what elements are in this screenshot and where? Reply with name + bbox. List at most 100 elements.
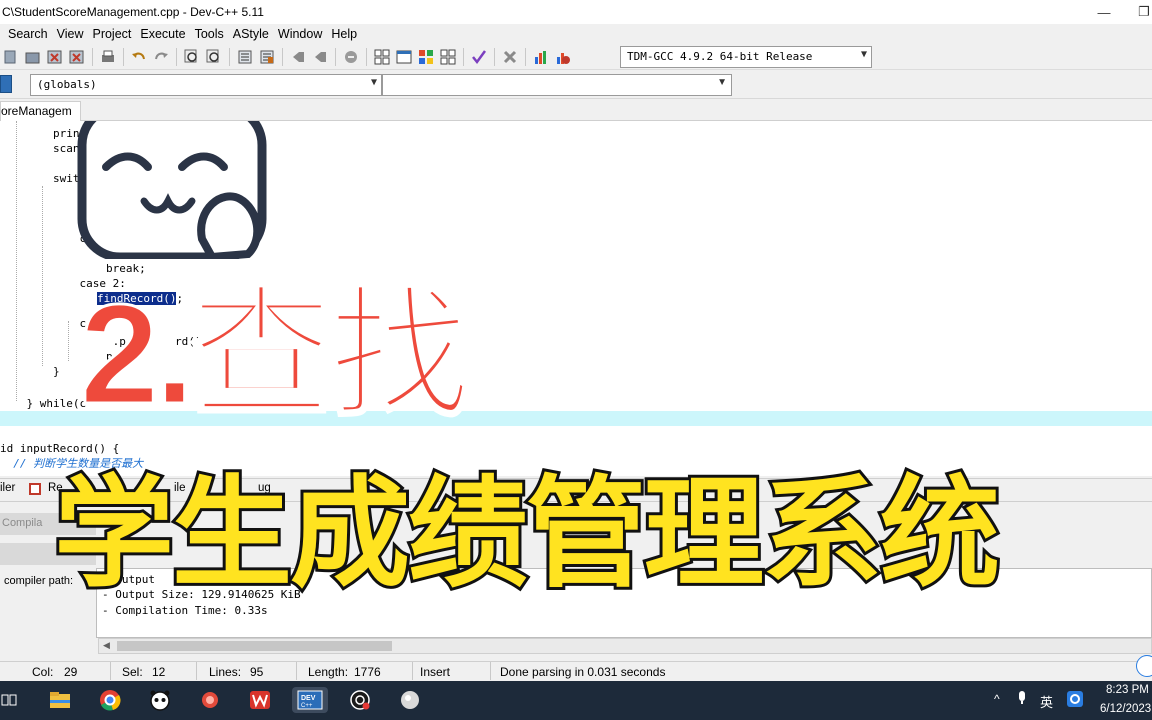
scroll-left-icon[interactable]: ◀ — [103, 640, 110, 651]
indent-icon[interactable] — [236, 48, 254, 66]
status-sel-label: Sel: — [122, 665, 143, 679]
status-length-label: Length: — [308, 665, 349, 679]
find-icon[interactable] — [183, 48, 201, 66]
toolbar-separator — [282, 47, 283, 66]
chevron-down-icon: ▼ — [860, 49, 867, 60]
toolbar-separator — [229, 47, 230, 66]
chrome-icon[interactable] — [96, 687, 124, 713]
bubble-app-icon[interactable] — [396, 687, 424, 713]
goto-line-icon[interactable] — [342, 48, 360, 66]
compiler-select[interactable]: TDM-GCC 4.9.2 64-bit Release ▼ — [620, 46, 872, 68]
compile-icon[interactable] — [417, 48, 435, 66]
status-lines: 95 — [250, 665, 264, 679]
toolbar-separator — [494, 47, 495, 66]
overlay-section-number: 2.查找 — [78, 275, 471, 434]
toggle-bookmark-icon[interactable] — [289, 48, 307, 66]
svg-text:C++: C++ — [301, 703, 313, 709]
file-explorer-icon[interactable] — [46, 687, 74, 713]
status-mode: Insert — [420, 665, 451, 679]
redo-icon[interactable] — [152, 48, 170, 66]
status-divider — [110, 662, 111, 680]
wps-office-icon[interactable] — [246, 687, 274, 713]
status-divider — [490, 662, 491, 680]
restore-button[interactable]: ❐ — [1126, 0, 1152, 24]
toolbar-separator — [463, 47, 464, 66]
goto-bookmark-icon[interactable] — [311, 48, 329, 66]
toolbar-separator — [366, 47, 367, 66]
clock-time: 8:23 PM — [1106, 684, 1149, 696]
tab-resources-icon[interactable] — [28, 482, 42, 499]
window-title: C\StudentScoreManagement.cpp - Dev-C++ 5… — [2, 5, 264, 19]
menu-help[interactable]: Help — [327, 27, 362, 41]
compiler-select-value: TDM-GCC 4.9.2 64-bit Release — [627, 50, 813, 63]
window-icon[interactable] — [395, 48, 413, 66]
new-file-icon[interactable] — [2, 48, 20, 66]
toolbar-separator — [123, 47, 124, 66]
code-line: prin — [0, 127, 80, 140]
corner-badge-icon[interactable] — [1136, 655, 1152, 677]
undo-icon[interactable] — [130, 48, 148, 66]
menu-execute[interactable]: Execute — [136, 27, 190, 41]
svg-text:DEV: DEV — [301, 695, 316, 702]
panda-app-icon[interactable] — [146, 687, 174, 713]
scrollbar-thumb[interactable] — [117, 641, 392, 651]
toolbar-separator — [176, 47, 177, 66]
profile-icon[interactable] — [532, 48, 550, 66]
status-col: 29 — [64, 665, 78, 679]
chevron-down-icon: ▼ — [717, 77, 727, 88]
snail-app-icon[interactable] — [196, 687, 224, 713]
code-line: } while(c — [0, 397, 87, 410]
code-line: } — [0, 365, 60, 378]
ime-indicator[interactable]: 英 — [1040, 692, 1053, 711]
tab-compiler[interactable]: iler — [0, 482, 15, 494]
clock-date: 6/12/2023 — [1100, 703, 1152, 715]
file-tabs — [0, 99, 1152, 121]
menu-search[interactable]: Search — [0, 27, 53, 41]
delete-profile-icon[interactable] — [554, 48, 572, 66]
stop-icon[interactable] — [501, 48, 519, 66]
code-line: id inputRecord() { — [0, 442, 120, 455]
tab-studentscoremanagement[interactable]: oreManagem — [0, 101, 81, 121]
scope-select[interactable]: (globals) ▼ — [30, 74, 382, 96]
tray-chevron-up-icon[interactable]: ^ — [994, 692, 1000, 706]
open-file-icon[interactable] — [24, 48, 42, 66]
minimize-button[interactable]: — — [1086, 0, 1122, 24]
code-line: swit — [0, 172, 80, 185]
check-syntax-icon[interactable] — [470, 48, 488, 66]
chevron-down-icon: ▼ — [370, 77, 377, 88]
close-file-icon[interactable] — [46, 48, 64, 66]
class-icon[interactable] — [0, 75, 12, 93]
horizontal-scrollbar[interactable]: ◀ — [98, 638, 1152, 654]
close-all-icon[interactable] — [68, 48, 86, 66]
title-bar: C\StudentScoreManagement.cpp - Dev-C++ 5… — [0, 0, 1152, 24]
status-divider — [296, 662, 297, 680]
microphone-icon[interactable] — [1016, 690, 1028, 709]
qq-tray-icon[interactable] — [1066, 690, 1084, 711]
code-line: scan — [0, 142, 80, 155]
print-icon[interactable] — [99, 48, 117, 66]
run-icon[interactable] — [439, 48, 457, 66]
menu-view[interactable]: View — [53, 27, 89, 41]
obs-recorder-icon[interactable] — [346, 687, 374, 713]
toolbar-separator — [525, 47, 526, 66]
status-message: Done parsing in 0.031 seconds — [500, 665, 666, 679]
scope-select-value: (globals) — [37, 78, 97, 91]
menu-window[interactable]: Window — [274, 27, 327, 41]
dev-cpp-taskbar-icon[interactable]: DEV C++ — [292, 687, 328, 713]
task-view-icon[interactable] — [0, 687, 18, 713]
unindent-icon[interactable] — [258, 48, 276, 66]
status-col-label: Col: — [32, 665, 54, 679]
class-browser-icon[interactable] — [373, 48, 391, 66]
status-sel: 12 — [152, 665, 166, 679]
toolbar-separator — [92, 47, 93, 66]
status-lines-label: Lines: — [209, 665, 242, 679]
code-line: break; — [0, 262, 146, 275]
status-length: 1776 — [354, 665, 381, 679]
toolbar-separator — [335, 47, 336, 66]
menu-project[interactable]: Project — [88, 27, 136, 41]
output-line: - Compilation Time: 0.33s — [102, 604, 268, 617]
menu-tools[interactable]: Tools — [191, 27, 229, 41]
menu-astyle[interactable]: AStyle — [229, 27, 274, 41]
replace-icon[interactable] — [205, 48, 223, 66]
member-select[interactable]: ▼ — [382, 74, 732, 96]
